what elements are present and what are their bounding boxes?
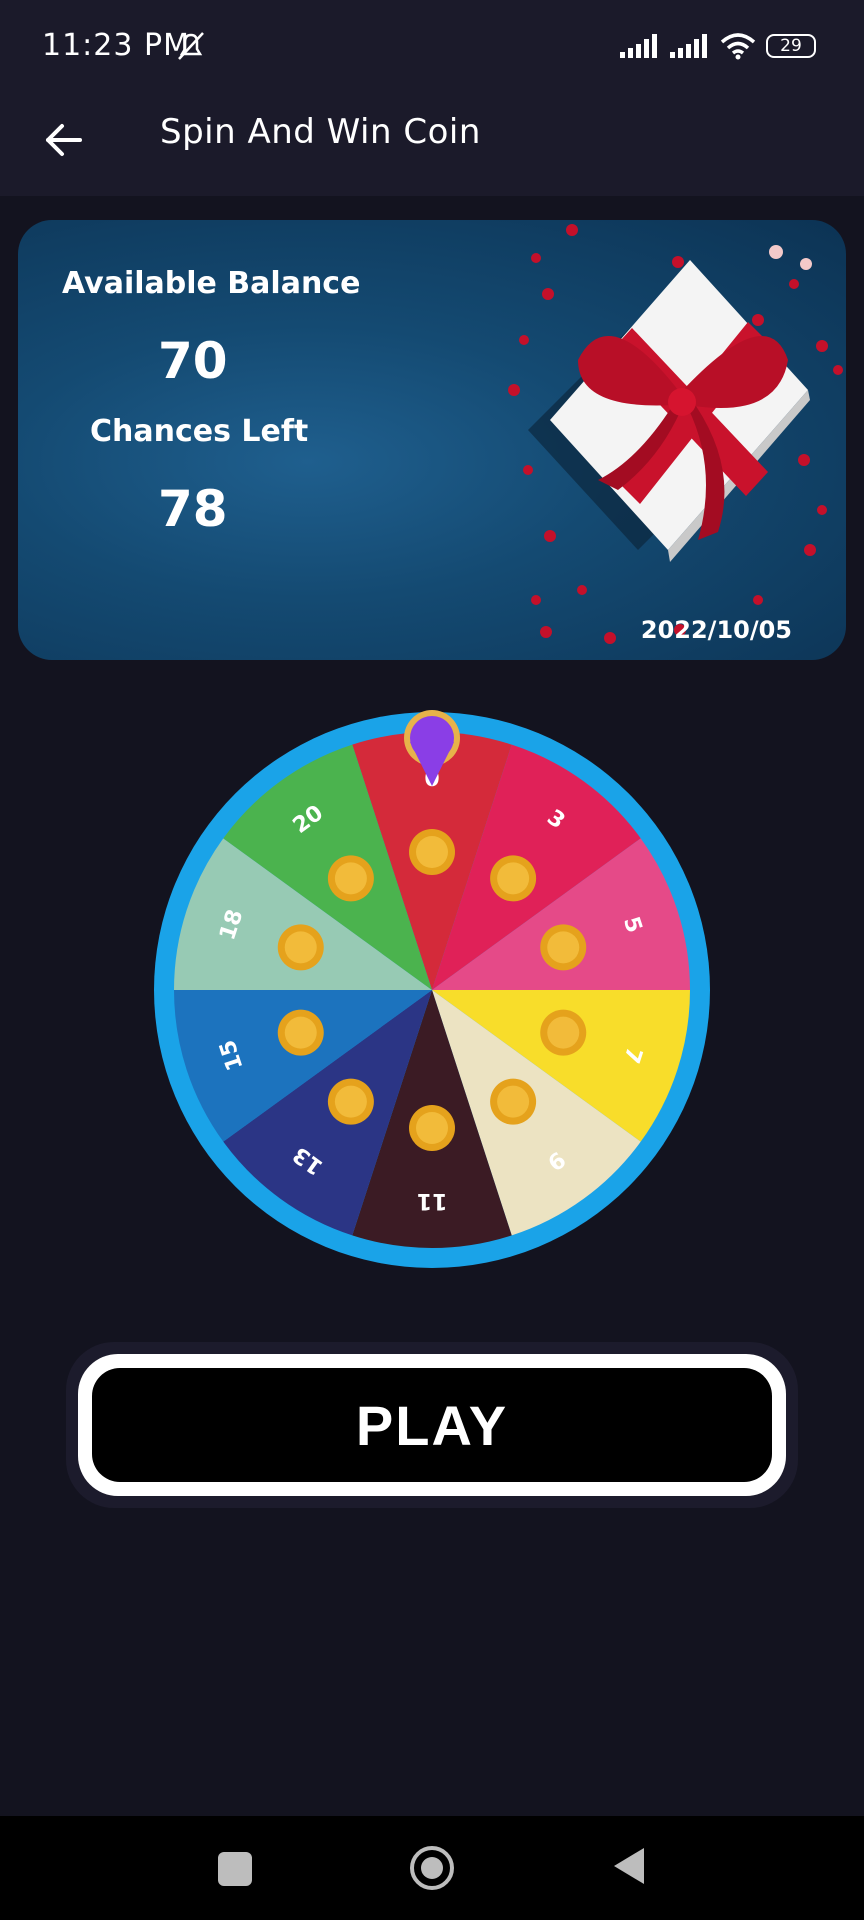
coin-icon-inner — [284, 1016, 317, 1049]
battery-icon: 29 — [766, 34, 816, 58]
recent-apps-icon[interactable] — [218, 1852, 252, 1886]
coin-icon-inner — [334, 1085, 367, 1118]
chances-label: Chances Left — [90, 414, 309, 449]
coin-icon-inner — [284, 931, 317, 964]
home-icon[interactable] — [408, 1844, 456, 1892]
play-label: PLAY — [355, 1393, 509, 1457]
coin-icon-inner — [416, 1112, 448, 1144]
bell-off-icon — [178, 32, 204, 60]
coin-icon-inner — [416, 836, 448, 868]
signal-icon-2 — [670, 34, 707, 58]
battery-level: 29 — [780, 36, 802, 56]
system-nav-bar — [0, 1816, 864, 1920]
status-time: 11:23 PM — [42, 28, 190, 63]
app-bar: Spin And Win Coin — [0, 96, 864, 196]
nav-back-icon[interactable] — [612, 1846, 646, 1886]
balance-label: Available Balance — [62, 266, 361, 301]
gift-box-image — [508, 224, 843, 644]
status-icons: 29 — [620, 32, 816, 60]
banner-date: 2022/10/05 — [640, 616, 792, 644]
wifi-icon — [720, 33, 756, 60]
status-bar: 11:23 PM 29 — [0, 0, 864, 96]
balance-banner: Available Balance 70 Chances Left 78 202… — [18, 220, 846, 660]
coin-icon-inner — [497, 1085, 530, 1118]
back-arrow-icon[interactable] — [40, 116, 88, 164]
spin-wheel[interactable]: 035791113151820 — [144, 702, 720, 1278]
play-button[interactable]: PLAY — [78, 1354, 786, 1496]
balance-value: 70 — [158, 332, 228, 390]
play-button-inner: PLAY — [92, 1368, 772, 1482]
wheel-segment-label: 11 — [417, 1188, 448, 1213]
coin-icon-inner — [497, 862, 530, 895]
chances-value: 78 — [158, 480, 228, 538]
page-title: Spin And Win Coin — [160, 112, 481, 152]
coin-icon-inner — [547, 1016, 580, 1049]
coin-icon-inner — [547, 931, 580, 964]
signal-icon — [620, 34, 657, 58]
coin-icon-inner — [334, 862, 367, 895]
